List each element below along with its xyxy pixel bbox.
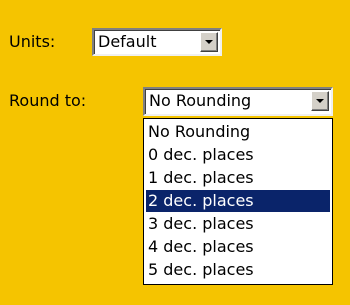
option-5-dec-places[interactable]: 5 dec. places bbox=[146, 259, 330, 281]
round-to-value: No Rounding bbox=[149, 91, 252, 110]
chevron-down-icon bbox=[316, 99, 324, 103]
option-no-rounding[interactable]: No Rounding bbox=[146, 121, 330, 143]
option-4-dec-places[interactable]: 4 dec. places bbox=[146, 236, 330, 258]
chevron-down-icon bbox=[205, 40, 213, 44]
units-select[interactable]: Default bbox=[92, 28, 222, 56]
option-2-dec-places[interactable]: 2 dec. places bbox=[146, 190, 330, 212]
round-to-label: Round to: bbox=[9, 91, 87, 110]
option-1-dec-places[interactable]: 1 dec. places bbox=[146, 167, 330, 189]
units-dropdown-button[interactable] bbox=[200, 32, 218, 52]
round-to-dropdown-button[interactable] bbox=[311, 91, 329, 111]
round-to-options-list: No Rounding 0 dec. places 1 dec. places … bbox=[143, 118, 333, 285]
settings-panel: Units: Default Round to: No Rounding No … bbox=[0, 0, 350, 305]
units-label: Units: bbox=[9, 32, 56, 51]
round-to-select[interactable]: No Rounding bbox=[143, 87, 333, 116]
option-0-dec-places[interactable]: 0 dec. places bbox=[146, 144, 330, 166]
option-3-dec-places[interactable]: 3 dec. places bbox=[146, 213, 330, 235]
units-value: Default bbox=[98, 32, 157, 51]
